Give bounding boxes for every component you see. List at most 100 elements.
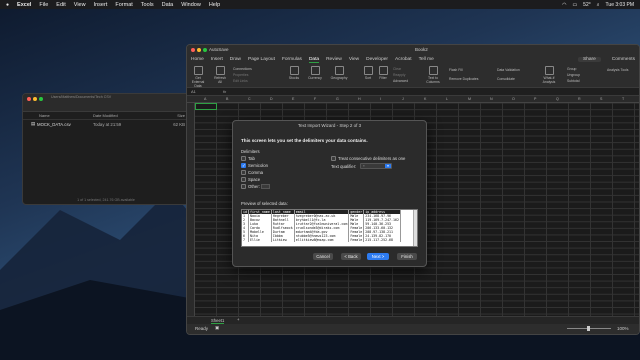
column-name[interactable]: Name xyxy=(39,113,93,118)
currency-button[interactable]: Currency xyxy=(307,66,323,80)
advanced-button[interactable]: Advanced xyxy=(393,79,408,83)
close-icon[interactable] xyxy=(27,97,31,101)
column-header-g[interactable]: G xyxy=(336,97,339,101)
zoom-slider-thumb[interactable] xyxy=(587,326,590,331)
menu-view[interactable]: View xyxy=(74,2,86,8)
close-icon[interactable] xyxy=(191,48,195,52)
tab-formulas[interactable]: Formulas xyxy=(282,57,302,62)
minimize-icon[interactable] xyxy=(33,97,37,101)
connections-button[interactable]: Connections xyxy=(233,67,252,71)
tab-page-layout[interactable]: Page Layout xyxy=(248,57,275,62)
other-delimiter-input[interactable] xyxy=(261,184,270,189)
analysis-tools-button[interactable]: Analysis Tools xyxy=(607,68,628,72)
minimize-icon[interactable] xyxy=(197,48,201,52)
stocks-button[interactable]: Stocks xyxy=(287,66,301,80)
column-header-l[interactable]: L xyxy=(446,97,448,101)
edit-links-button[interactable]: Edit Links xyxy=(233,79,248,83)
column-header-o[interactable]: O xyxy=(512,97,515,101)
column-header-p[interactable]: P xyxy=(534,97,536,101)
column-header-n[interactable]: N xyxy=(490,97,493,101)
add-sheet-button[interactable]: + xyxy=(237,317,239,322)
column-header-f[interactable]: F xyxy=(314,97,316,101)
apple-icon[interactable]: ● xyxy=(6,2,9,8)
menu-data[interactable]: Data xyxy=(162,2,174,8)
file-row[interactable]: ▤ MOCK_DATA.csv Today at 21:59 62 KB xyxy=(23,120,189,128)
column-header-s[interactable]: S xyxy=(600,97,602,101)
column-header-b[interactable]: B xyxy=(226,97,228,101)
column-header-c[interactable]: C xyxy=(248,97,251,101)
clock[interactable]: Tue 3:03 PM xyxy=(606,2,634,8)
menu-app[interactable]: Excel xyxy=(17,2,31,8)
name-box[interactable]: A1 xyxy=(191,89,196,94)
filter-button[interactable]: Filter xyxy=(377,66,389,80)
column-header-e[interactable]: E xyxy=(292,97,294,101)
subtotal-button[interactable]: Subtotal xyxy=(567,79,579,83)
tab-data[interactable]: Data xyxy=(308,57,320,63)
fx-icon[interactable]: fx xyxy=(223,89,226,94)
column-date[interactable]: Date Modified xyxy=(93,113,157,118)
consecutive-delimiters-checkbox[interactable] xyxy=(331,156,336,161)
tab-draw[interactable]: Draw xyxy=(230,57,241,62)
zoom-icon[interactable] xyxy=(203,48,207,52)
weather-temp[interactable]: 52° xyxy=(583,2,591,8)
semicolon-checkbox[interactable] xyxy=(241,163,246,169)
tab-developer[interactable]: Developer xyxy=(366,57,388,62)
column-size[interactable]: Size xyxy=(157,113,185,118)
autosave-toggle[interactable]: AutoSave xyxy=(209,47,229,52)
group-button[interactable]: Group xyxy=(567,67,576,71)
data-preview[interactable]: id first_name last_name email gender ip_addre… xyxy=(241,209,418,247)
menu-window[interactable]: Window xyxy=(181,2,201,8)
column-header-q[interactable]: Q xyxy=(556,97,559,101)
consolidate-button[interactable]: Consolidate xyxy=(497,77,515,81)
menu-format[interactable]: Format xyxy=(115,2,132,8)
tab-insert[interactable]: Insert xyxy=(211,57,223,62)
column-header-j[interactable]: J xyxy=(402,97,404,101)
wifi-icon[interactable]: ◠ xyxy=(562,2,566,8)
menu-tools[interactable]: Tools xyxy=(141,2,154,8)
selected-cell-a1[interactable] xyxy=(195,103,217,110)
tab-acrobat[interactable]: Acrobat xyxy=(395,57,412,62)
clear-button[interactable]: Clear xyxy=(393,67,401,71)
column-header-m[interactable]: M xyxy=(468,97,471,101)
column-header-t[interactable]: T xyxy=(622,97,624,101)
search-icon[interactable]: ⌕ xyxy=(597,2,600,8)
sort-button[interactable]: Sort xyxy=(363,66,373,80)
menu-edit[interactable]: Edit xyxy=(56,2,65,8)
back-button[interactable]: < Back xyxy=(341,253,361,260)
space-checkbox[interactable] xyxy=(241,177,246,182)
text-to-columns-button[interactable]: Text to Columns xyxy=(423,66,443,84)
menu-insert[interactable]: Insert xyxy=(94,2,108,8)
menu-file[interactable]: File xyxy=(39,2,48,8)
ungroup-button[interactable]: Ungroup xyxy=(567,73,580,77)
next-button[interactable]: Next > xyxy=(367,253,389,260)
get-external-data-button[interactable]: Get External Data xyxy=(189,66,207,88)
menu-help[interactable]: Help xyxy=(209,2,220,8)
column-header-k[interactable]: K xyxy=(424,97,426,101)
flash-fill-button[interactable]: Flash Fill xyxy=(449,68,463,72)
accessibility-icon[interactable]: ▣ xyxy=(215,325,219,331)
column-header-r[interactable]: R xyxy=(578,97,581,101)
remove-duplicates-button[interactable]: Remove Duplicates xyxy=(449,77,478,81)
tell-me-search[interactable]: Tell me xyxy=(419,57,434,62)
column-header-h[interactable]: H xyxy=(358,97,361,101)
tab-review[interactable]: Review xyxy=(326,57,342,62)
column-header-d[interactable]: D xyxy=(270,97,273,101)
refresh-all-button[interactable]: Refresh All xyxy=(213,66,227,84)
column-header-a[interactable]: A xyxy=(204,97,206,101)
preview-scrollbar[interactable] xyxy=(413,210,417,246)
properties-button[interactable]: Properties xyxy=(233,73,248,77)
geography-button[interactable]: Geography xyxy=(329,66,349,80)
other-checkbox[interactable] xyxy=(241,184,246,189)
tab-checkbox[interactable] xyxy=(241,156,246,161)
battery-icon[interactable]: ▭ xyxy=(572,2,577,8)
finish-button[interactable]: Finish xyxy=(397,253,417,260)
reapply-button[interactable]: Reapply xyxy=(393,73,405,77)
tab-view[interactable]: View xyxy=(349,57,359,62)
tab-home[interactable]: Home xyxy=(191,57,204,62)
comma-checkbox[interactable] xyxy=(241,170,246,175)
data-validation-button[interactable]: Data Validation xyxy=(497,68,520,72)
share-button[interactable]: Share xyxy=(577,57,601,62)
what-if-button[interactable]: What-If Analysis xyxy=(539,66,559,84)
zoom-icon[interactable] xyxy=(39,97,43,101)
comments-button[interactable]: Comments xyxy=(612,57,635,62)
